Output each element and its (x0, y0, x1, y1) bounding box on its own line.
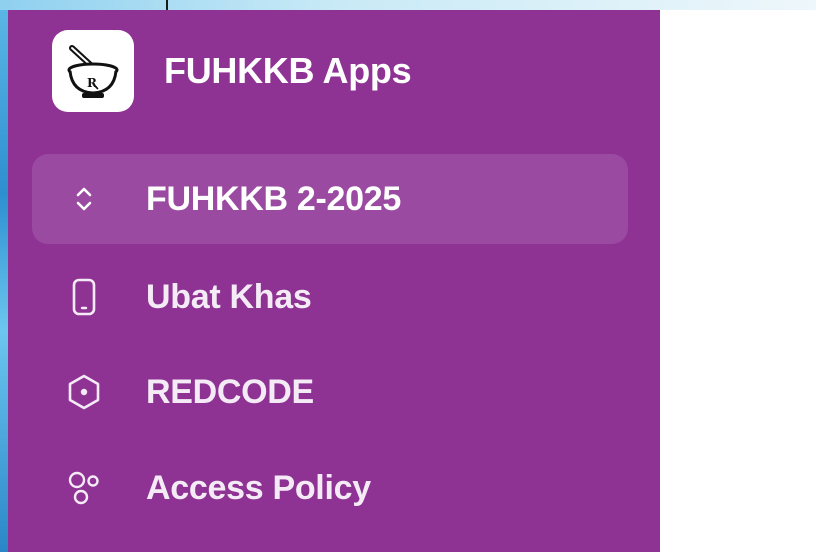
sidebar-item-label: FUHKKB 2-2025 (146, 179, 401, 218)
sidebar-item-redcode[interactable]: REDCODE (32, 347, 628, 437)
hexagon-icon (66, 372, 102, 412)
sidebar-item-ubat-khas[interactable]: Ubat Khas (32, 252, 628, 342)
mortar-pestle-rx-icon: R (52, 30, 134, 112)
sidebar-item-fuhkkb-2-2025[interactable]: FUHKKB 2-2025 (32, 154, 628, 244)
phone-icon (66, 277, 102, 317)
app-title: FUHKKB Apps (164, 50, 412, 91)
top-strip (0, 0, 816, 10)
sidebar-item-label: REDCODE (146, 372, 314, 411)
brand-header[interactable]: R FUHKKB Apps (52, 30, 412, 112)
desktop-background (0, 0, 8, 552)
app-window: R FUHKKB Apps FUHKKB 2-2025 Ubat Khas RE… (0, 0, 816, 552)
circles-network-icon (66, 468, 102, 508)
sidebar: R FUHKKB Apps FUHKKB 2-2025 Ubat Khas RE… (8, 10, 660, 552)
sidebar-item-access-policy[interactable]: Access Policy (32, 443, 628, 533)
sidebar-item-label: Access Policy (146, 468, 371, 507)
sidebar-item-label: Ubat Khas (146, 277, 312, 316)
chevron-up-down-icon (66, 179, 102, 219)
